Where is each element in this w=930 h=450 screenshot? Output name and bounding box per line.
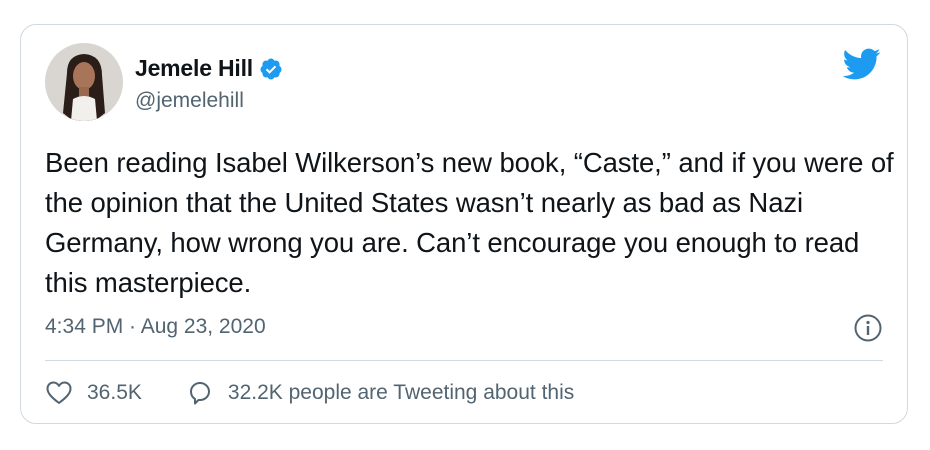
tweet-timestamp[interactable]: 4:34 PM · Aug 23, 2020: [45, 315, 266, 339]
author-name-row: Jemele Hill: [135, 55, 283, 82]
display-name[interactable]: Jemele Hill: [135, 55, 253, 82]
tweeting-about-link[interactable]: 32.2K people are Tweeting about this: [186, 379, 574, 407]
verified-badge-icon: [260, 58, 282, 79]
heart-icon: [46, 381, 72, 404]
like-count: 36.5K: [87, 381, 142, 404]
engagement-bar: 36.5K 32.2K people are Tweeting about th…: [45, 375, 574, 411]
info-icon[interactable]: [853, 313, 883, 343]
like-button[interactable]: 36.5K: [45, 379, 142, 407]
tweet-card[interactable]: Jemele Hill @jemelehill Been reading Isa…: [20, 24, 908, 424]
speech-bubble-icon: [189, 382, 210, 405]
author-handle[interactable]: @jemelehill: [135, 89, 244, 113]
twitter-bird-icon[interactable]: [841, 47, 881, 81]
divider: [45, 360, 883, 361]
avatar[interactable]: [45, 43, 123, 121]
tweet-text: Been reading Isabel Wilkerson’s new book…: [45, 147, 894, 298]
tweeting-about-label: 32.2K people are Tweeting about this: [227, 381, 575, 404]
